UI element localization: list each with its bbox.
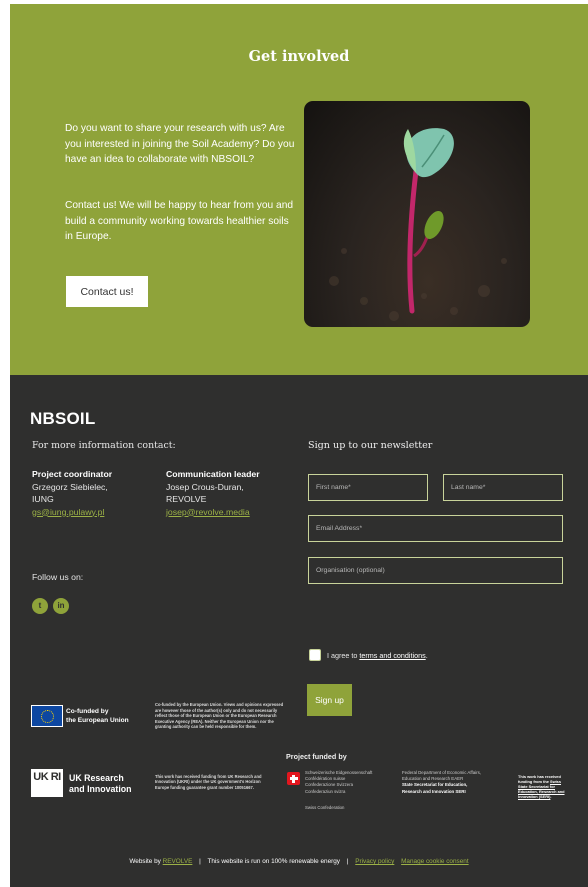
eu-label-line2: the European Union	[66, 716, 129, 724]
contact-email-link[interactable]: gs@iung.pulawy.pl	[32, 507, 104, 517]
renewable-energy-text: This website is run on 100% renewable en…	[207, 858, 341, 865]
separator: |	[199, 858, 201, 865]
first-name-input[interactable]	[308, 474, 428, 501]
swiss-name: Confederaziun svizra	[305, 788, 346, 794]
contact-name: Josep Crous-Duran,	[166, 481, 244, 492]
contact-org: IUNG	[32, 494, 54, 504]
twitter-icon[interactable]: t	[32, 598, 48, 614]
site-footer: NBSOIL For more information contact: Pro…	[10, 375, 588, 887]
organisation-input[interactable]	[308, 557, 563, 584]
contact-email-link[interactable]: josep@revolve.media	[166, 507, 250, 517]
follow-us-label: Follow us on:	[32, 572, 84, 582]
ukri-line1: UK Research	[69, 773, 124, 783]
revolve-link[interactable]: REVOLVE	[163, 858, 193, 865]
terms-link[interactable]: terms and conditions	[359, 651, 425, 660]
get-involved-section: Get involved Do you want to share your r…	[10, 4, 588, 375]
swiss-department: Federal Department of Economic Affairs, …	[402, 770, 512, 795]
swiss-confederation-names: Schweizerische Eidgenossenschaft Confédé…	[305, 770, 397, 795]
separator: |	[346, 858, 349, 865]
page: Get involved Do you want to share your r…	[10, 4, 588, 887]
seedling-icon	[329, 128, 507, 321]
website-by: Website by	[129, 858, 163, 865]
hero-paragraph-2: Contact us! We will be happy to hear fro…	[65, 200, 294, 243]
terms-label: I agree to terms and conditions.	[327, 651, 428, 660]
contact-coordinator: Project coordinator Grzegorz Siebielec, …	[32, 468, 152, 518]
swiss-disclaimer: This work has received funding from the …	[518, 774, 566, 799]
contact-us-button[interactable]: Contact us!	[66, 276, 148, 307]
seedling-photo	[304, 101, 530, 327]
agree-suffix: .	[425, 651, 428, 660]
hero-paragraph-1: Do you want to share your research with …	[65, 123, 295, 166]
last-name-input[interactable]	[443, 474, 563, 501]
contact-communication: Communication leader Josep Crous-Duran, …	[166, 468, 286, 518]
eu-label-line1: Co-funded by	[66, 708, 109, 715]
bottom-bar: Website by REVOLVE | This website is run…	[10, 858, 588, 865]
privacy-policy-link[interactable]: Privacy policy	[355, 858, 394, 865]
swiss-sec-line: Research and Innovation SERI	[402, 788, 466, 794]
ukri-name: UK Research and Innovation	[69, 773, 132, 794]
ukri-line2: and Innovation	[69, 783, 132, 794]
terms-checkbox[interactable]	[309, 649, 321, 661]
manage-cookie-link[interactable]: Manage cookie consent	[401, 858, 469, 865]
project-funded-by: Project funded by	[286, 752, 347, 761]
contact-role: Project coordinator	[32, 469, 113, 479]
eu-disclaimer: Co-funded by the European Union. Views a…	[155, 702, 284, 730]
contact-heading: For more information contact:	[32, 440, 176, 451]
swiss-flag-icon	[287, 772, 300, 785]
ukri-logo-icon: UK RI	[31, 769, 63, 797]
sign-up-button[interactable]: Sign up	[307, 684, 352, 716]
contact-role: Communication leader	[166, 469, 260, 479]
eu-cofunded-label: Co-funded by the European Union	[66, 708, 129, 725]
eu-flag-icon	[31, 705, 63, 727]
swiss-confederation: Swiss Confederation	[305, 805, 345, 810]
brand-logo: NBSOIL	[30, 409, 96, 428]
email-input[interactable]	[308, 515, 563, 542]
ukri-disclaimer: This work has received funding from UK R…	[155, 774, 262, 790]
hero-title: Get involved	[248, 48, 350, 65]
newsletter-title: Sign up to our newsletter	[308, 440, 433, 451]
linkedin-icon[interactable]: in	[53, 598, 69, 614]
contact-name: Grzegorz Siebielec,	[32, 481, 108, 492]
agree-prefix: I agree to	[327, 651, 360, 660]
contact-org: REVOLVE	[166, 494, 207, 504]
swiss-disclaimer-suffix: .	[550, 794, 552, 800]
